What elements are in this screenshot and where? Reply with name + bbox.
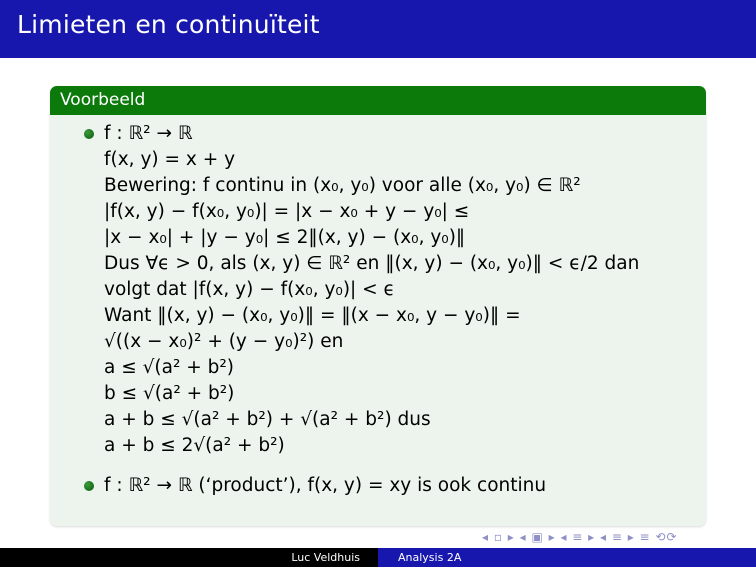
math-line: Dus ∀ϵ > 0, als (x, y) ∈ ℝ² en ‖(x, y) −… [104,253,640,274]
math-line: Want ‖(x, y) − (x₀, y₀)‖ = ‖(x − x₀, y −… [104,305,521,326]
title-bar: Limieten en continuïteit [0,0,756,58]
math-line: √((x − x₀)² + (y − y₀)²) en [104,331,344,352]
math-line: a + b ≤ 2√(a² + b²) [104,435,285,456]
math-line: a + b ≤ √(a² + b²) + √(a² + b²) dus [104,409,431,430]
math-line: |x − x₀| + |y − y₀| ≤ 2‖(x, y) − (x₀, y₀… [104,227,466,248]
bullet-icon [84,481,94,491]
footer: Luc Veldhuis Analysis 2A [0,548,756,567]
math-line: |f(x, y) − f(x₀, y₀)| = |x − x₀ + y − y₀… [104,201,470,222]
footer-right: Analysis 2A [378,548,756,567]
math-line: f(x, y) = x + y [104,149,236,170]
math-line: b ≤ √(a² + b²) [104,383,235,404]
footer-left: Luc Veldhuis [0,548,378,567]
slide-title: Limieten en continuïteit [17,10,320,39]
block-title: Voorbeeld [50,86,706,115]
block-body: f : ℝ² → ℝ f(x, y) = x + y Bewering: f c… [50,115,706,526]
beamer-navigation[interactable]: ◂ ▫ ▸ ◂ ▣ ▸ ◂ ≡ ▸ ◂ ≡ ▸ ≡ ⟲⟳ [482,530,678,544]
math-line: f : ℝ² → ℝ (‘product’), f(x, y) = xy is … [104,475,547,496]
math-line: f : ℝ² → ℝ [104,123,193,144]
footer-author: Luc Veldhuis [291,551,360,564]
math-line: volgt dat |f(x, y) − f(x₀, y₀)| < ϵ [104,279,395,300]
example-block: Voorbeeld f : ℝ² → ℝ f(x, y) = x + y Bew… [50,86,706,526]
bullet-icon [84,129,94,139]
footer-course: Analysis 2A [398,551,462,564]
math-line: Bewering: f continu in (x₀, y₀) voor all… [104,175,581,196]
math-line: a ≤ √(a² + b²) [104,357,234,378]
